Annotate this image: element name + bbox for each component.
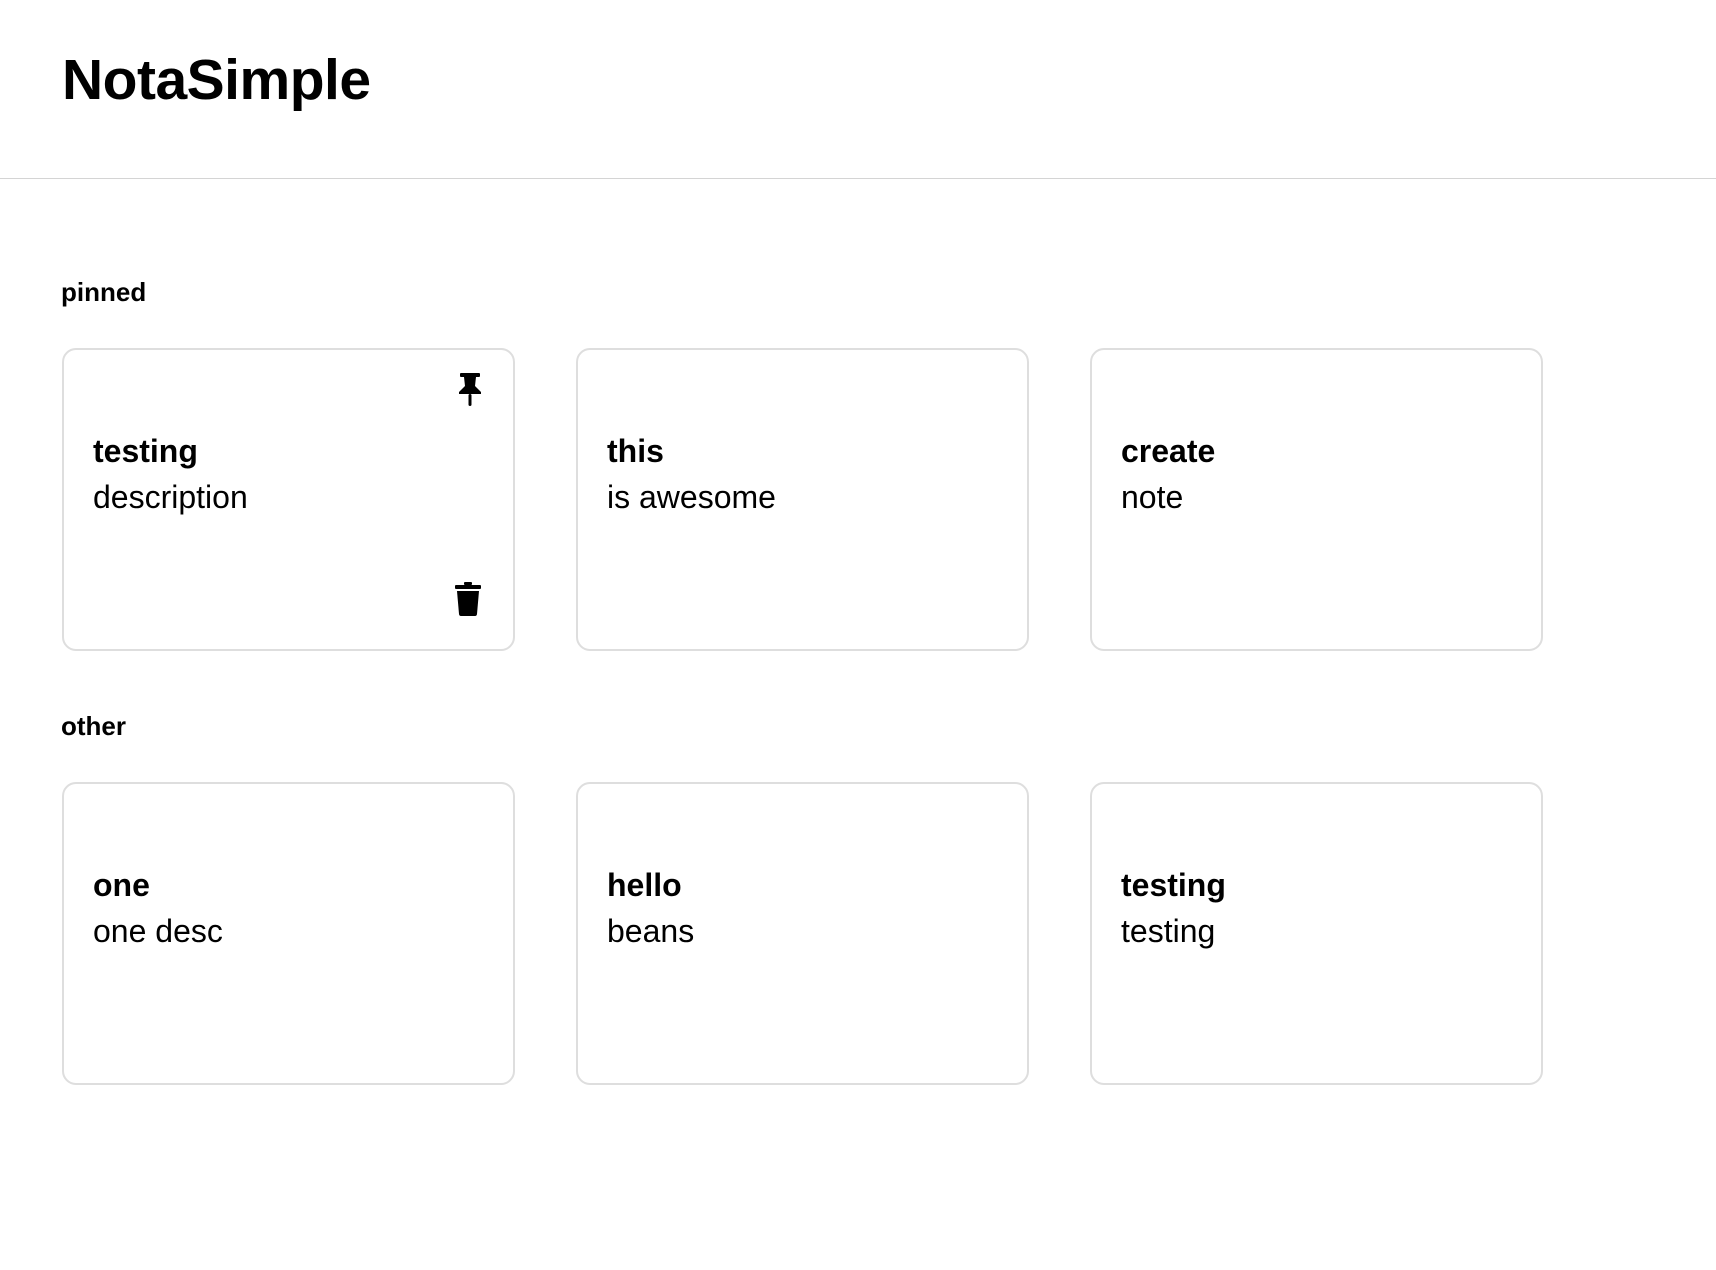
app-title: NotaSimple bbox=[62, 48, 371, 112]
note-description: is awesome bbox=[607, 479, 776, 515]
section-label-pinned: pinned bbox=[61, 277, 147, 307]
note-description: beans bbox=[607, 913, 695, 949]
note-card[interactable]: testing description bbox=[62, 348, 515, 651]
other-notes-list: one one desc hello beans testing testing bbox=[62, 782, 1543, 1085]
app-header: NotaSimple bbox=[0, 0, 1716, 179]
note-description: note bbox=[1121, 479, 1184, 515]
note-description: testing bbox=[1121, 913, 1216, 949]
delete-button[interactable] bbox=[451, 579, 485, 619]
note-title: testing bbox=[93, 433, 198, 469]
note-title: one bbox=[93, 867, 150, 903]
note-title: hello bbox=[607, 867, 682, 903]
note-card[interactable]: create note bbox=[1090, 348, 1543, 651]
note-title: create bbox=[1121, 433, 1216, 469]
trash-icon bbox=[455, 582, 481, 616]
pushpin-icon bbox=[459, 373, 481, 406]
note-description: description bbox=[93, 479, 248, 515]
note-description: one desc bbox=[93, 913, 223, 949]
pinned-notes-list: testing description this is awesome crea… bbox=[62, 348, 1543, 651]
note-card[interactable]: testing testing bbox=[1090, 782, 1543, 1085]
pin-icon[interactable] bbox=[453, 370, 487, 410]
note-card[interactable]: hello beans bbox=[576, 782, 1029, 1085]
note-title: testing bbox=[1121, 867, 1226, 903]
note-title: this bbox=[607, 433, 664, 469]
note-card[interactable]: one one desc bbox=[62, 782, 515, 1085]
note-card[interactable]: this is awesome bbox=[576, 348, 1029, 651]
section-label-other: other bbox=[61, 711, 126, 741]
